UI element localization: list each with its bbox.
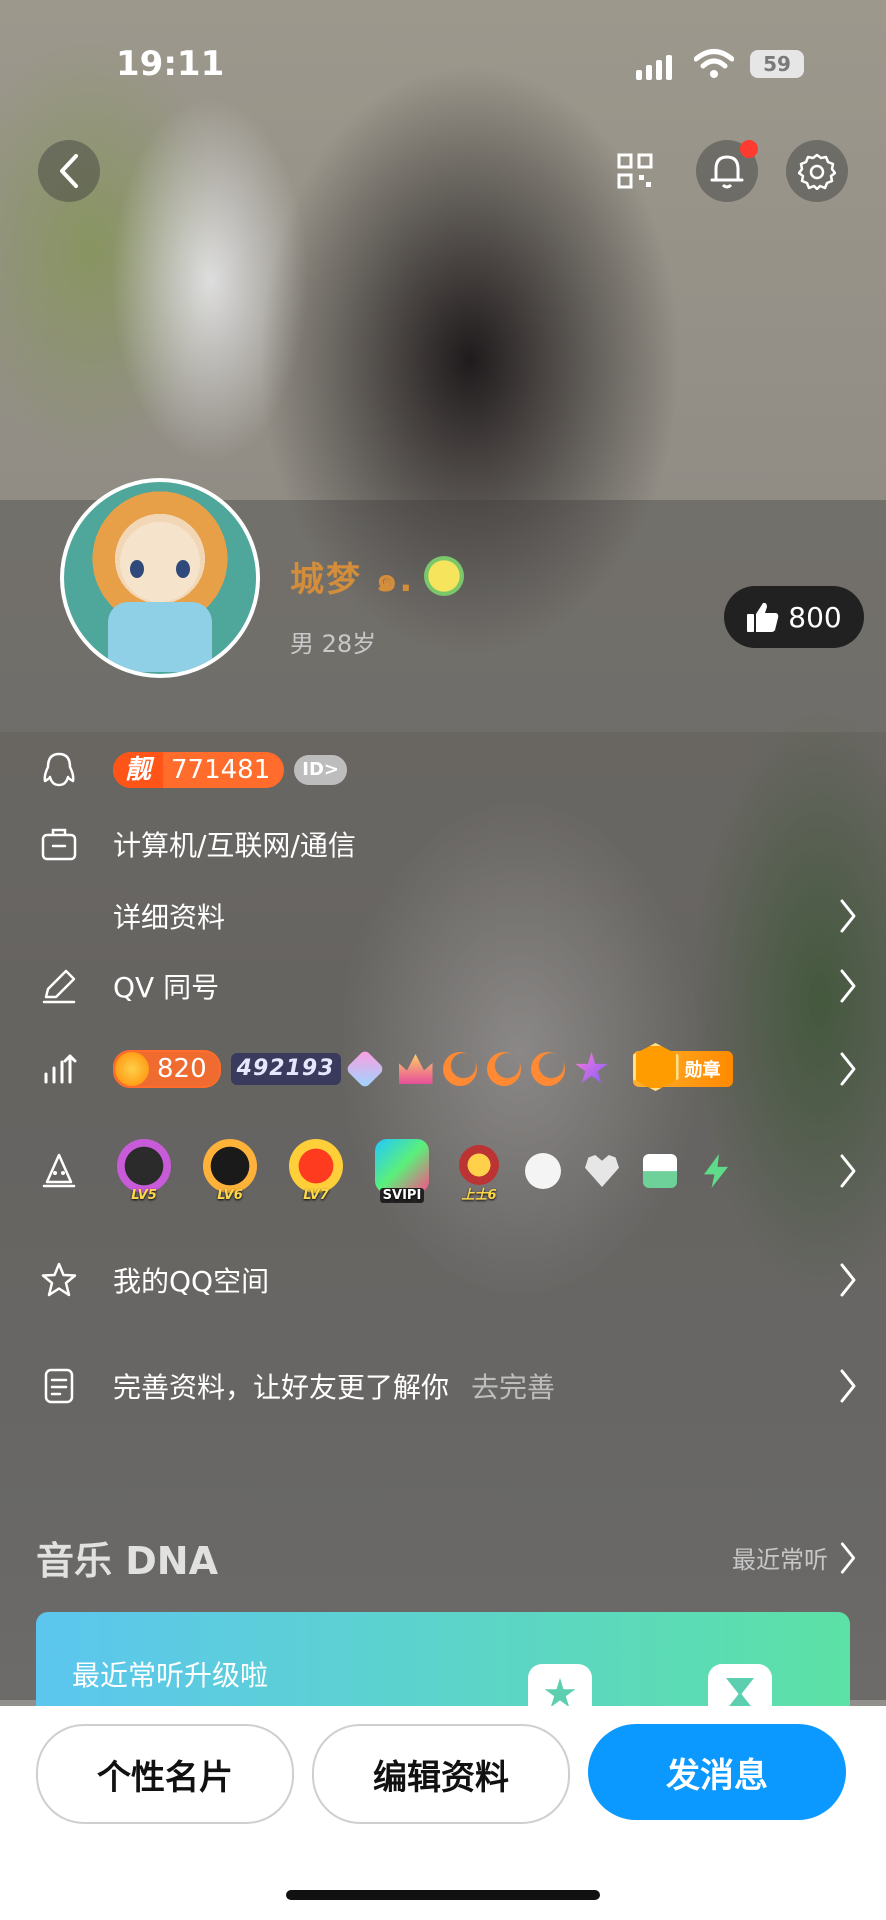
- qr-code-button[interactable]: [604, 140, 666, 202]
- gem-icon: [344, 1049, 385, 1089]
- moon-icon: [442, 1052, 477, 1086]
- heart-icon: [585, 1155, 619, 1187]
- qv-row[interactable]: QV 同号: [0, 964, 886, 1008]
- smile-emoji-icon: [424, 556, 464, 596]
- qq-level-badge: 820: [113, 1050, 221, 1088]
- svip-badge: SVIPI: [371, 1139, 433, 1203]
- chevron-right-icon: [840, 1263, 856, 1297]
- home-indicator: [286, 1890, 600, 1900]
- crown-icon: [398, 1054, 433, 1084]
- thumbs-up-icon: [747, 602, 779, 632]
- chevron-right-icon: [840, 969, 856, 1003]
- battery-indicator: 59: [750, 50, 804, 78]
- level-chart-icon: [44, 1054, 77, 1084]
- qq-number-row: 靓 771481 ID>: [0, 748, 886, 792]
- star-icon: [575, 1052, 608, 1083]
- moon-icon: [530, 1052, 565, 1086]
- bottom-action-bar: 个性名片 编辑资料 发消息: [0, 1706, 886, 1920]
- vip-badges: LV5 LV6 LV7 SVIPI 上士6: [113, 1139, 731, 1203]
- qzone-row[interactable]: 我的QQ空间: [0, 1258, 886, 1302]
- briefcase-icon: [41, 828, 77, 861]
- complete-profile-row[interactable]: 完善资料，让好友更了解你 去完善: [0, 1364, 886, 1408]
- penguin-icon: [43, 752, 75, 787]
- plant-icon: [643, 1154, 677, 1188]
- lv7-badge: LV7: [285, 1139, 347, 1203]
- medal-badge: 勋章: [632, 1043, 733, 1091]
- document-icon: [44, 1368, 74, 1404]
- occupation-row: 计算机/互联网/通信: [0, 822, 886, 866]
- notification-dot: [740, 140, 758, 158]
- back-chevron-icon: [60, 154, 78, 188]
- gender-age: 男 28岁: [290, 630, 377, 658]
- level-badges: 820 492193 勋章: [113, 1043, 733, 1091]
- chevron-right-icon: [840, 899, 856, 933]
- complete-profile-label: 完善资料，让好友更了解你: [113, 1371, 450, 1404]
- profile-card-button[interactable]: 个性名片: [36, 1724, 294, 1824]
- status-time: 19:11: [116, 44, 225, 84]
- vip-badges-row[interactable]: LV5 LV6 LV7 SVIPI 上士6: [0, 1136, 886, 1206]
- edit-profile-button[interactable]: 编辑资料: [312, 1724, 570, 1824]
- music-card-title: 最近常听升级啦: [72, 1659, 269, 1692]
- chevron-right-icon: [840, 1369, 856, 1403]
- bell-icon: [710, 155, 744, 189]
- cf-rank-badge: 上士6: [457, 1139, 501, 1203]
- bomb-face-icon: [525, 1153, 561, 1189]
- avatar[interactable]: [60, 478, 260, 678]
- chevron-right-icon: [840, 1541, 856, 1574]
- details-label: 详细资料: [113, 901, 226, 934]
- qv-label: QV 同号: [113, 971, 220, 1004]
- qzone-label: 我的QQ空间: [113, 1265, 270, 1298]
- pencil-icon: [42, 969, 76, 1004]
- bell-outline-icon: [42, 1153, 76, 1188]
- lv6-badge: LV6: [199, 1139, 261, 1203]
- qr-code-icon: [617, 153, 653, 189]
- complete-profile-action[interactable]: 去完善: [471, 1366, 555, 1406]
- qq-number-badge[interactable]: 靓 771481: [113, 752, 285, 788]
- details-row[interactable]: 详细资料: [0, 894, 886, 938]
- occupation-text: 计算机/互联网/通信: [113, 829, 356, 862]
- like-button[interactable]: 800: [724, 586, 864, 648]
- notifications-button[interactable]: [696, 140, 758, 202]
- like-count: 800: [788, 600, 842, 634]
- medal-icon: [632, 1043, 679, 1091]
- star-outline-icon: [41, 1262, 77, 1297]
- cellular-signal-icon: [636, 52, 672, 80]
- chevron-right-icon: [840, 1052, 856, 1086]
- wifi-icon: [694, 49, 734, 78]
- gear-icon: [798, 153, 836, 190]
- level-badges-row[interactable]: 820 492193 勋章: [0, 1043, 886, 1094]
- score-badge: 492193: [230, 1053, 341, 1085]
- nickname: 城梦 ๑.: [290, 560, 415, 600]
- status-bar: 19:11 59: [0, 40, 886, 90]
- back-button[interactable]: [38, 140, 100, 202]
- lv5-badge: LV5: [113, 1139, 175, 1203]
- settings-button[interactable]: [786, 140, 848, 202]
- id-badge[interactable]: ID>: [294, 755, 348, 785]
- music-dna-title: 音乐 DNA: [36, 1539, 218, 1583]
- chevron-right-icon: [840, 1154, 856, 1188]
- lightning-icon: [704, 1154, 728, 1188]
- recent-played-link[interactable]: 最近常听: [732, 1540, 858, 1575]
- coin-icon: [115, 1052, 149, 1086]
- send-message-button[interactable]: 发消息: [588, 1724, 846, 1820]
- moon-icon: [486, 1052, 521, 1086]
